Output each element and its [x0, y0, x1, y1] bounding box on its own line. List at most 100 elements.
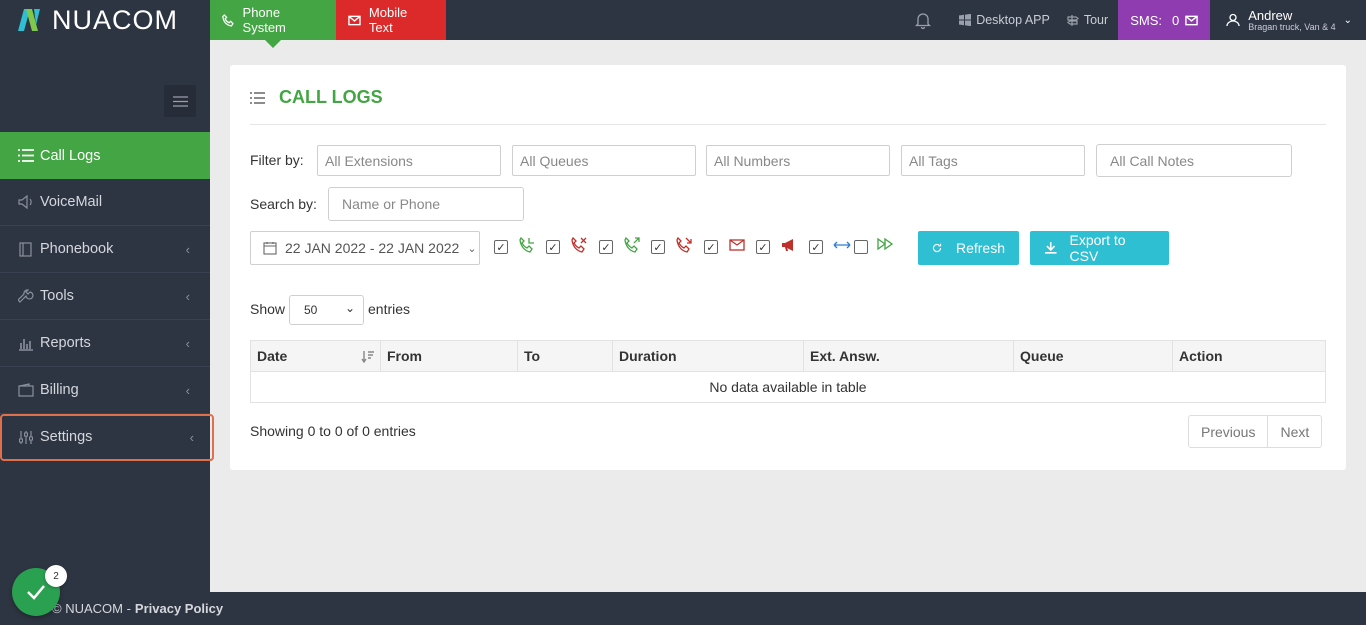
tags-filter[interactable]: All Tags [901, 145, 1085, 176]
filter-forwarded-checkbox[interactable] [854, 240, 868, 254]
export-label: Export to CSV [1069, 232, 1126, 264]
sidebar-item-call-logs[interactable]: Call Logs [0, 132, 210, 179]
sidebar-item-label: Reports [40, 335, 91, 351]
sidebar-item-label: VoiceMail [40, 194, 103, 210]
filter-missed-checkbox[interactable]: ✓ [546, 240, 560, 254]
calendar-icon [263, 242, 277, 255]
notifications-button[interactable] [895, 0, 951, 40]
filter-outbound-missed-checkbox[interactable]: ✓ [651, 240, 665, 254]
column-to[interactable]: To [518, 341, 613, 371]
forward-icon [877, 237, 894, 251]
column-label: Action [1179, 348, 1223, 364]
tour-link[interactable]: Tour [1058, 0, 1118, 40]
tab-mobile-text-label: Mobile Text [368, 5, 408, 35]
column-duration[interactable]: Duration [613, 341, 804, 371]
call-logs-table: Date From To Duration Ext. Answ. Queue A… [250, 340, 1326, 403]
column-action[interactable]: Action [1173, 341, 1325, 371]
privacy-policy-link[interactable]: Privacy Policy [135, 601, 223, 616]
filter-announcement-checkbox[interactable]: ✓ [756, 240, 770, 254]
tour-label: Tour [1083, 13, 1109, 27]
entries-label: entries [368, 301, 411, 317]
sms-counter-button[interactable]: SMS: 0 [1118, 0, 1211, 40]
chevron-left-icon: ‹ [185, 288, 190, 304]
sidebar-item-billing[interactable]: Billing ‹ [0, 367, 210, 414]
page-title: CALL LOGS [279, 87, 383, 107]
filter-transfer-checkbox[interactable]: ✓ [809, 240, 823, 254]
nuacom-logo-icon [18, 9, 40, 31]
wrench-icon [18, 288, 34, 303]
megaphone-icon [782, 239, 793, 251]
chevron-left-icon: ‹ [185, 382, 190, 398]
sidebar-item-phonebook[interactable]: Phonebook ‹ [0, 226, 210, 273]
numbers-filter[interactable]: All Numbers [706, 145, 890, 176]
outbound-missed-icon [676, 236, 692, 253]
divider [250, 124, 1326, 125]
call-notes-filter[interactable]: All Call Notes [1096, 144, 1292, 177]
refresh-button[interactable]: Refresh [918, 231, 1019, 265]
checkmark-icon [27, 585, 45, 600]
filter-voicemail-checkbox[interactable]: ✓ [704, 240, 718, 254]
book-icon [19, 241, 32, 257]
chevron-down-icon: ⌄ [344, 301, 355, 315]
sms-count: 0 [1171, 12, 1180, 28]
previous-page-button[interactable]: Previous [1189, 416, 1267, 447]
user-company: Bragan truck, Van & 4 [1248, 21, 1336, 32]
notification-badge: 2 [45, 565, 67, 587]
chevron-down-icon: ⌄ [467, 242, 477, 255]
footer: © NUACOM - Privacy Policy [0, 592, 1366, 625]
next-page-button[interactable]: Next [1267, 416, 1321, 447]
user-menu[interactable]: Andrew Bragan truck, Van & 4 ⌄ [1210, 0, 1366, 40]
sidebar-toggle-button[interactable] [164, 85, 196, 117]
refresh-label: Refresh [955, 240, 1005, 256]
sms-label: SMS: [1130, 12, 1162, 28]
date-range-text: 22 JAN 2022 - 22 JAN 2022 [285, 240, 460, 256]
show-label: Show [250, 301, 286, 317]
call-logs-panel: CALL LOGS Filter by: All Extensions All … [230, 65, 1346, 470]
sliders-icon [19, 430, 33, 444]
filter-outbound-answered-checkbox[interactable]: ✓ [599, 240, 613, 254]
bar-chart-icon [19, 338, 33, 351]
copyright-text: © NUACOM - [52, 601, 131, 616]
pagination: Previous Next [1188, 415, 1323, 448]
search-label: Search by: [250, 196, 317, 212]
search-input[interactable]: Name or Phone [328, 187, 524, 221]
refresh-icon [932, 243, 942, 253]
nuacom-logo[interactable]: NUACOM [0, 0, 210, 40]
date-range-picker[interactable]: 22 JAN 2022 - 22 JAN 2022 ⌄ [250, 231, 480, 265]
sidebar-item-settings[interactable]: Settings ‹ [0, 414, 214, 461]
column-queue[interactable]: Queue [1014, 341, 1173, 371]
column-ext-answ[interactable]: Ext. Answ. [804, 341, 1014, 371]
windows-icon [959, 14, 972, 26]
sidebar-item-reports[interactable]: Reports ‹ [0, 320, 210, 367]
envelope-icon [1185, 15, 1198, 25]
logo-text: NUACOM [52, 4, 178, 35]
column-label: Date [257, 348, 288, 364]
column-date[interactable]: Date [251, 341, 381, 371]
tab-phone-system-label: Phone System [242, 5, 286, 35]
sidebar-item-voicemail[interactable]: VoiceMail [0, 179, 210, 226]
transfer-arrows-icon [833, 241, 851, 249]
tab-mobile-text[interactable]: Mobile Text [336, 0, 446, 40]
missed-call-icon [571, 236, 587, 253]
sidebar-item-label: Billing [40, 382, 79, 398]
entries-per-page-select[interactable]: 50 ⌄ [289, 295, 364, 325]
export-csv-button[interactable]: Export to CSV [1030, 231, 1169, 265]
tab-phone-system[interactable]: Phone System [210, 0, 336, 48]
filter-answered-checkbox[interactable]: ✓ [494, 240, 508, 254]
hamburger-icon [172, 95, 188, 107]
envelope-icon [729, 239, 745, 251]
sidebar-item-label: Call Logs [40, 147, 101, 164]
desktop-app-link[interactable]: Desktop APP [951, 0, 1058, 40]
top-bar: NUACOM Phone System Mobile Text Desktop … [0, 0, 1366, 48]
sidebar-item-label: Settings [40, 429, 93, 445]
sidebar-item-tools[interactable]: Tools ‹ [0, 273, 210, 320]
answered-call-icon [519, 236, 534, 253]
extensions-filter[interactable]: All Extensions [317, 145, 501, 176]
chevron-down-icon: ⌄ [1343, 14, 1352, 26]
queues-filter[interactable]: All Queues [512, 145, 696, 176]
signpost-icon [1066, 14, 1079, 26]
column-from[interactable]: From [381, 341, 518, 371]
list-icon [18, 149, 34, 162]
sidebar-item-label: Phonebook [40, 241, 114, 257]
filter-label: Filter by: [250, 152, 304, 168]
